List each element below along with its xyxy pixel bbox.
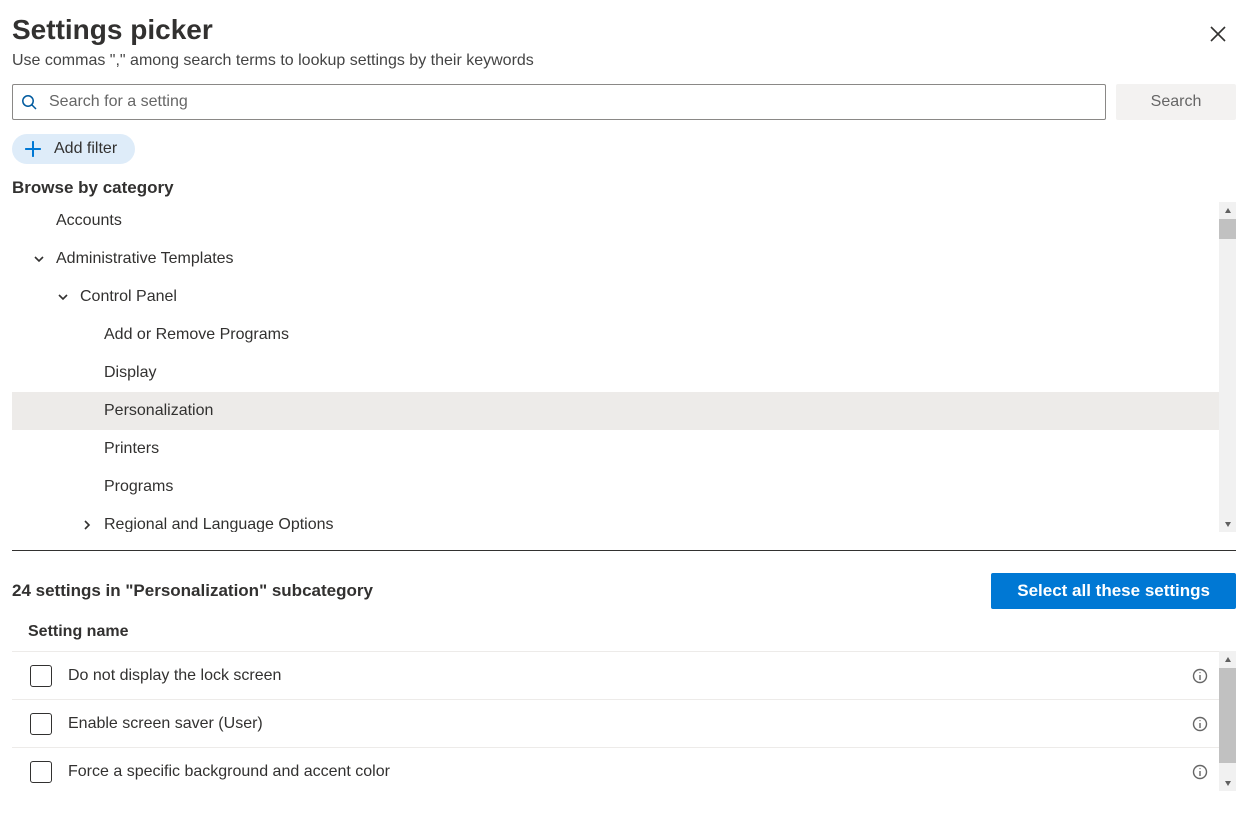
plus-icon: [24, 140, 42, 158]
scroll-down-arrow-icon[interactable]: [1219, 774, 1236, 791]
select-all-button[interactable]: Select all these settings: [991, 573, 1236, 609]
info-icon[interactable]: [1191, 667, 1209, 685]
chevron-down-icon[interactable]: [56, 290, 70, 304]
setting-row[interactable]: Enable screen saver (User): [12, 699, 1219, 747]
setting-label: Do not display the lock screen: [68, 667, 1191, 685]
setting-checkbox[interactable]: [30, 761, 52, 783]
settings-list: Do not display the lock screen Enable scr…: [12, 651, 1219, 791]
close-icon: [1210, 26, 1226, 42]
setting-row[interactable]: Force a specific background and accent c…: [12, 747, 1219, 795]
column-header-setting-name: Setting name: [12, 623, 1236, 641]
search-input[interactable]: [47, 92, 1097, 112]
panel-title: Settings picker: [12, 12, 534, 48]
tree-item-label: Administrative Templates: [56, 250, 234, 268]
tree-item-label: Printers: [104, 440, 159, 458]
add-filter-label: Add filter: [54, 140, 117, 158]
tree-item-label: Regional and Language Options: [104, 516, 334, 532]
tree-item-label: Personalization: [104, 402, 213, 420]
results-heading: 24 settings in "Personalization" subcate…: [12, 581, 373, 601]
tree-item[interactable]: Display: [12, 354, 1219, 392]
info-icon[interactable]: [1191, 715, 1209, 733]
setting-checkbox[interactable]: [30, 665, 52, 687]
search-button[interactable]: Search: [1116, 84, 1236, 120]
tree-item-label: Display: [104, 364, 156, 382]
close-button[interactable]: [1200, 16, 1236, 52]
setting-label: Enable screen saver (User): [68, 715, 1191, 733]
chevron-right-icon[interactable]: [80, 518, 94, 532]
chevron-down-icon[interactable]: [32, 252, 46, 266]
section-divider: [12, 550, 1236, 551]
tree-item-label: Accounts: [56, 212, 122, 230]
scroll-thumb[interactable]: [1219, 219, 1236, 239]
category-tree: Accounts Administrative Templates Control …: [12, 202, 1219, 532]
scroll-down-arrow-icon[interactable]: [1219, 515, 1236, 532]
tree-item[interactable]: Printers: [12, 430, 1219, 468]
tree-item-label: Add or Remove Programs: [104, 326, 289, 344]
tree-item[interactable]: Personalization: [12, 392, 1219, 430]
setting-label: Force a specific background and accent c…: [68, 763, 1191, 781]
tree-item[interactable]: Control Panel: [12, 278, 1219, 316]
setting-row[interactable]: Do not display the lock screen: [12, 651, 1219, 699]
tree-item[interactable]: Programs: [12, 468, 1219, 506]
tree-scrollbar[interactable]: [1219, 202, 1236, 532]
tree-item-label: Control Panel: [80, 288, 177, 306]
setting-checkbox[interactable]: [30, 713, 52, 735]
tree-item[interactable]: Administrative Templates: [12, 240, 1219, 278]
tree-item-label: Programs: [104, 478, 173, 496]
scroll-up-arrow-icon[interactable]: [1219, 202, 1236, 219]
info-icon[interactable]: [1191, 763, 1209, 781]
list-scrollbar[interactable]: [1219, 651, 1236, 791]
search-box[interactable]: [12, 84, 1106, 120]
tree-item[interactable]: Add or Remove Programs: [12, 316, 1219, 354]
search-icon: [21, 94, 37, 110]
tree-item[interactable]: Accounts: [12, 202, 1219, 240]
scroll-up-arrow-icon[interactable]: [1219, 651, 1236, 668]
scroll-thumb[interactable]: [1219, 668, 1236, 763]
browse-by-category-heading: Browse by category: [12, 178, 1236, 198]
tree-item[interactable]: Regional and Language Options: [12, 506, 1219, 532]
panel-subtitle: Use commas "," among search terms to loo…: [12, 52, 534, 70]
add-filter-button[interactable]: Add filter: [12, 134, 135, 164]
